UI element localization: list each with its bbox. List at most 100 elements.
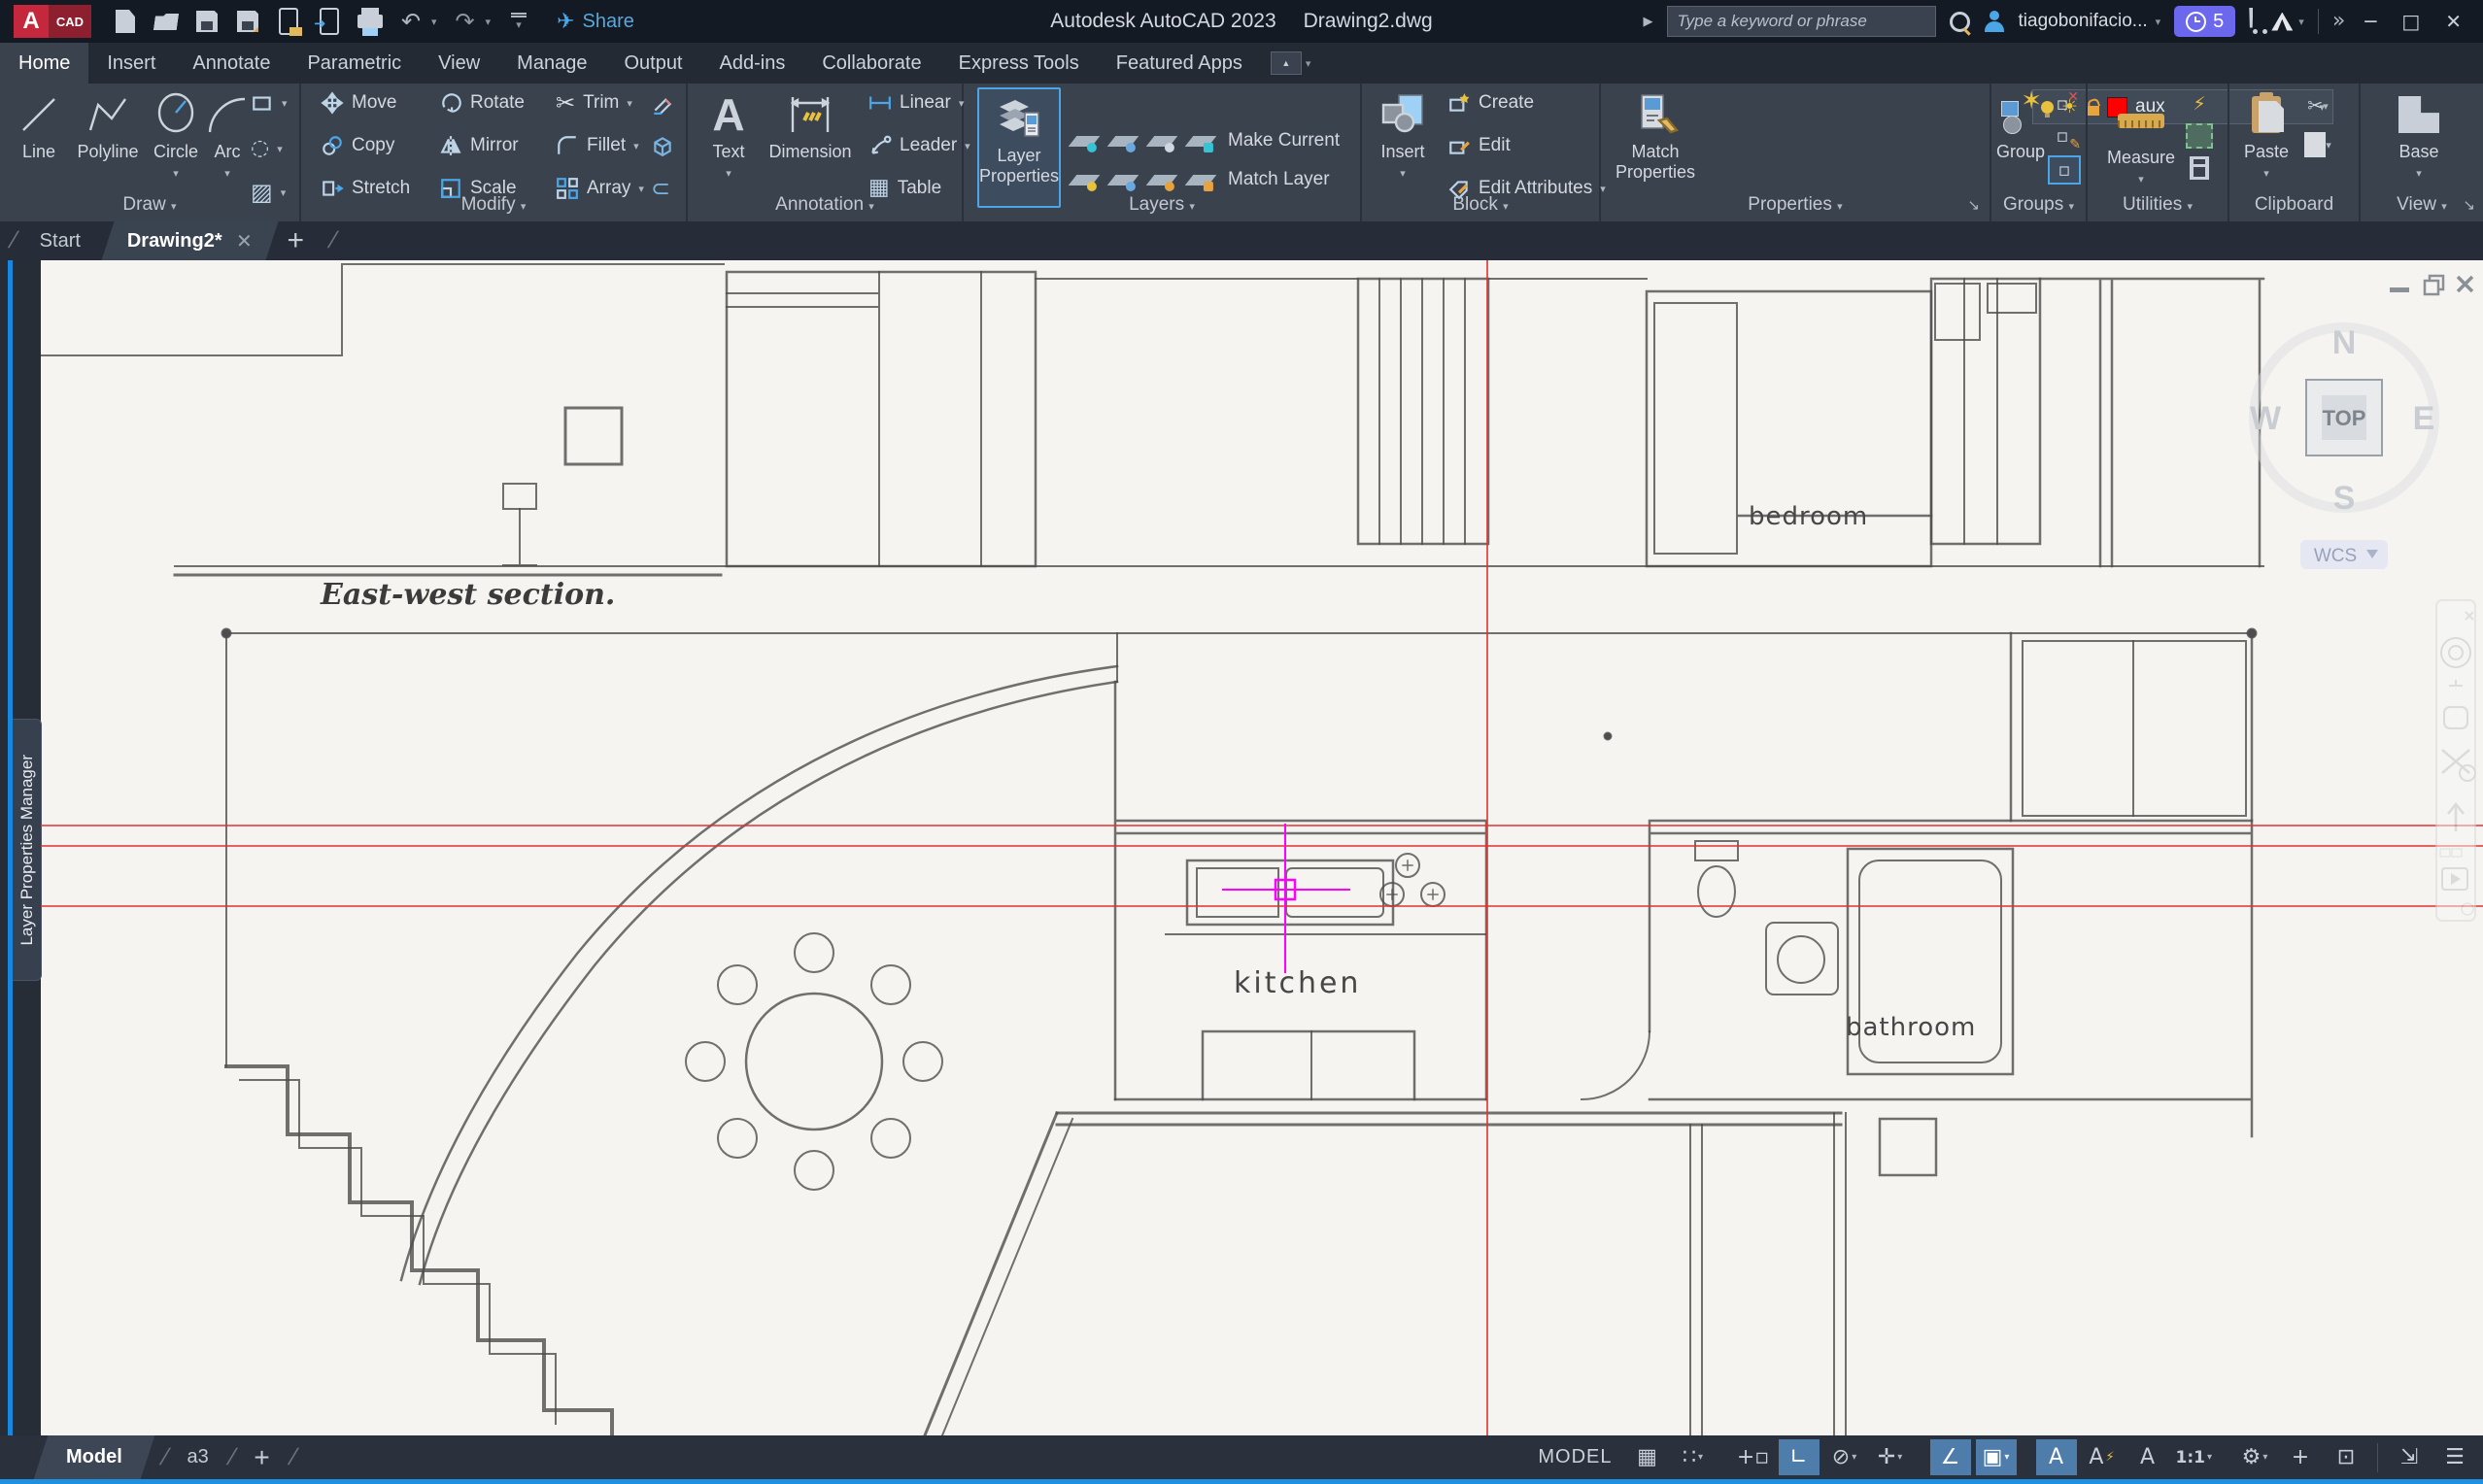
viewcube[interactable]: N W E S TOP WCS bbox=[2250, 324, 2434, 569]
ribbon-display-toggle[interactable]: ▲ ▾ bbox=[1271, 43, 1311, 84]
tab-start[interactable]: Start bbox=[26, 230, 94, 253]
layer-off-icon[interactable] bbox=[1069, 136, 1101, 147]
save-button[interactable] bbox=[194, 9, 220, 34]
insert-dropdown[interactable]: ▾ bbox=[1400, 164, 1406, 185]
fillet-dropdown[interactable]: ▾ bbox=[633, 140, 639, 152]
redo-button[interactable]: ↷ bbox=[453, 9, 478, 34]
layer-lock-icon[interactable] bbox=[1185, 136, 1217, 147]
model-space-button[interactable]: MODEL bbox=[1538, 1446, 1612, 1468]
create-block-tool[interactable]: Create bbox=[1447, 91, 1534, 115]
qat-customize-button[interactable]: ▾ bbox=[506, 9, 531, 34]
open-from-web-button[interactable] bbox=[276, 9, 301, 34]
notification-badge[interactable]: 5 bbox=[2174, 6, 2235, 37]
array-dropdown[interactable]: ▾ bbox=[638, 183, 644, 195]
edit-block-tool[interactable]: Edit bbox=[1447, 134, 1511, 157]
isometric-drafting-toggle[interactable]: ✛▾ bbox=[1870, 1439, 1911, 1475]
tab-addins[interactable]: Add-ins bbox=[701, 43, 804, 84]
layer-unisolate-icon[interactable] bbox=[1107, 175, 1139, 186]
group-edit-icon[interactable]: ▫✎ bbox=[2048, 123, 2077, 149]
base-view-tool[interactable]: Base ▾ bbox=[2390, 89, 2448, 185]
layer-on2-icon[interactable] bbox=[1069, 175, 1101, 186]
tab-output[interactable]: Output bbox=[605, 43, 700, 84]
search-input[interactable] bbox=[1667, 6, 1936, 37]
group-selection-toggle[interactable]: ▫ bbox=[2048, 155, 2081, 185]
username[interactable]: tiagobonifacio... bbox=[2019, 11, 2148, 32]
redo-dropdown[interactable]: ▾ bbox=[486, 16, 492, 28]
cut-icon[interactable]: ✂▾ bbox=[2303, 93, 2332, 118]
base-dropdown[interactable]: ▾ bbox=[2416, 164, 2422, 185]
undo-dropdown[interactable]: ▾ bbox=[431, 16, 437, 28]
viewport-minimize-icon[interactable] bbox=[2390, 287, 2409, 292]
tab-parametric[interactable]: Parametric bbox=[289, 43, 420, 84]
copy-clip-icon[interactable]: ▾ bbox=[2303, 132, 2332, 157]
annotation-scale-value[interactable]: 1:1▾ bbox=[2173, 1439, 2216, 1475]
user-avatar-icon[interactable] bbox=[1984, 11, 2005, 32]
tab-view[interactable]: View bbox=[420, 43, 498, 84]
save-to-web-button[interactable]: ➜ bbox=[317, 9, 342, 34]
annotation-visibility-toggle[interactable]: A bbox=[2036, 1439, 2077, 1475]
tab-annotate[interactable]: Annotate bbox=[174, 43, 289, 84]
tab-manage[interactable]: Manage bbox=[498, 43, 605, 84]
user-dropdown[interactable]: ▾ bbox=[2156, 16, 2161, 28]
panel-label-properties[interactable]: Properties ▾ bbox=[1601, 194, 1990, 216]
rectangle-tool[interactable]: ▾ bbox=[251, 91, 288, 115]
line-tool[interactable]: Line bbox=[12, 89, 66, 162]
object-snap-toggle[interactable]: ▣▾ bbox=[1976, 1439, 2017, 1475]
overflow-chevrons-icon[interactable]: » bbox=[2332, 11, 2345, 32]
centerlines-tool[interactable]: ◌▾ bbox=[251, 138, 283, 159]
tab-home[interactable]: Home bbox=[0, 43, 88, 84]
close-button[interactable]: ✕ bbox=[2439, 10, 2467, 33]
new-file-button[interactable] bbox=[113, 9, 138, 34]
layer-properties-button[interactable]: Layer Properties bbox=[977, 87, 1061, 208]
open-file-button[interactable] bbox=[153, 9, 179, 34]
ortho-toggle[interactable]: ∟ bbox=[1779, 1439, 1820, 1475]
leader-tool[interactable]: Leader ▾ bbox=[868, 134, 970, 157]
snap-toggle[interactable]: ∷▾ bbox=[1673, 1439, 1714, 1475]
view-dialog-launcher[interactable]: ↘ bbox=[2463, 196, 2475, 214]
dynamic-input-toggle[interactable]: +▫ bbox=[1733, 1439, 1774, 1475]
tab-featured-apps[interactable]: Featured Apps bbox=[1098, 43, 1261, 84]
copy-tool[interactable]: Copy bbox=[321, 134, 394, 157]
tab-collaborate[interactable]: Collaborate bbox=[803, 43, 939, 84]
new-layout-button[interactable]: + bbox=[254, 1442, 269, 1473]
paste-tool[interactable]: Paste ▾ bbox=[2237, 89, 2296, 185]
match-properties-tool[interactable]: Match Properties bbox=[1613, 89, 1698, 183]
status-menu-button[interactable]: ☰ bbox=[2434, 1439, 2475, 1475]
measure-tool[interactable]: Measure ▾ bbox=[2103, 95, 2179, 190]
crosshair-button[interactable]: + bbox=[2280, 1439, 2321, 1475]
viewcube-n[interactable]: N bbox=[2332, 324, 2357, 361]
arc-dropdown[interactable]: ▾ bbox=[224, 164, 230, 185]
arc-tool[interactable]: Arc ▾ bbox=[206, 89, 249, 185]
navigation-bar[interactable] bbox=[2436, 600, 2475, 921]
viewport-restore-icon[interactable] bbox=[2425, 276, 2443, 294]
properties-dialog-launcher[interactable]: ↘ bbox=[1967, 196, 1980, 214]
insert-block-tool[interactable]: Insert ▾ bbox=[1372, 89, 1434, 185]
move-tool[interactable]: Move bbox=[321, 91, 396, 115]
grid-toggle[interactable]: ▦ bbox=[1627, 1439, 1668, 1475]
rotate-tool[interactable]: Rotate bbox=[439, 91, 525, 115]
save-as-button[interactable] bbox=[235, 9, 260, 34]
text-dropdown[interactable]: ▾ bbox=[726, 164, 731, 185]
undo-button[interactable]: ↶ bbox=[398, 9, 424, 34]
layer-properties-manager-tab[interactable]: Layer Properties Manager bbox=[13, 719, 42, 981]
apps-dropdown[interactable]: ▾ bbox=[2298, 16, 2304, 28]
mirror-tool[interactable]: Mirror bbox=[439, 134, 519, 157]
minimize-button[interactable]: ─ bbox=[2359, 10, 2382, 33]
erase-tool[interactable] bbox=[651, 91, 674, 115]
layer-unlock2-icon[interactable] bbox=[1185, 175, 1217, 186]
group-tool[interactable]: ✶ Group bbox=[1993, 89, 2048, 162]
panel-label-block[interactable]: Block ▾ bbox=[1362, 194, 1599, 216]
viewcube-e[interactable]: E bbox=[2413, 400, 2435, 437]
trim-tool[interactable]: ✂Trim ▾ bbox=[556, 91, 632, 115]
panel-label-draw[interactable]: Draw ▾ bbox=[0, 194, 299, 216]
viewport-close-icon[interactable] bbox=[2458, 277, 2472, 291]
quick-select-icon[interactable]: ⚡ bbox=[2185, 91, 2214, 117]
fillet-tool[interactable]: Fillet ▾ bbox=[556, 134, 639, 157]
explode-tool[interactable] bbox=[651, 134, 674, 157]
new-drawing-tab-button[interactable]: + bbox=[288, 226, 305, 255]
layer-isolate-icon[interactable] bbox=[1107, 136, 1139, 147]
customization-gear[interactable]: ⚙▾ bbox=[2234, 1439, 2275, 1475]
model-tab[interactable]: Model bbox=[34, 1435, 154, 1479]
circle-tool[interactable]: Circle ▾ bbox=[148, 89, 204, 185]
tab-drawing2[interactable]: Drawing2* ✕ bbox=[101, 221, 278, 260]
